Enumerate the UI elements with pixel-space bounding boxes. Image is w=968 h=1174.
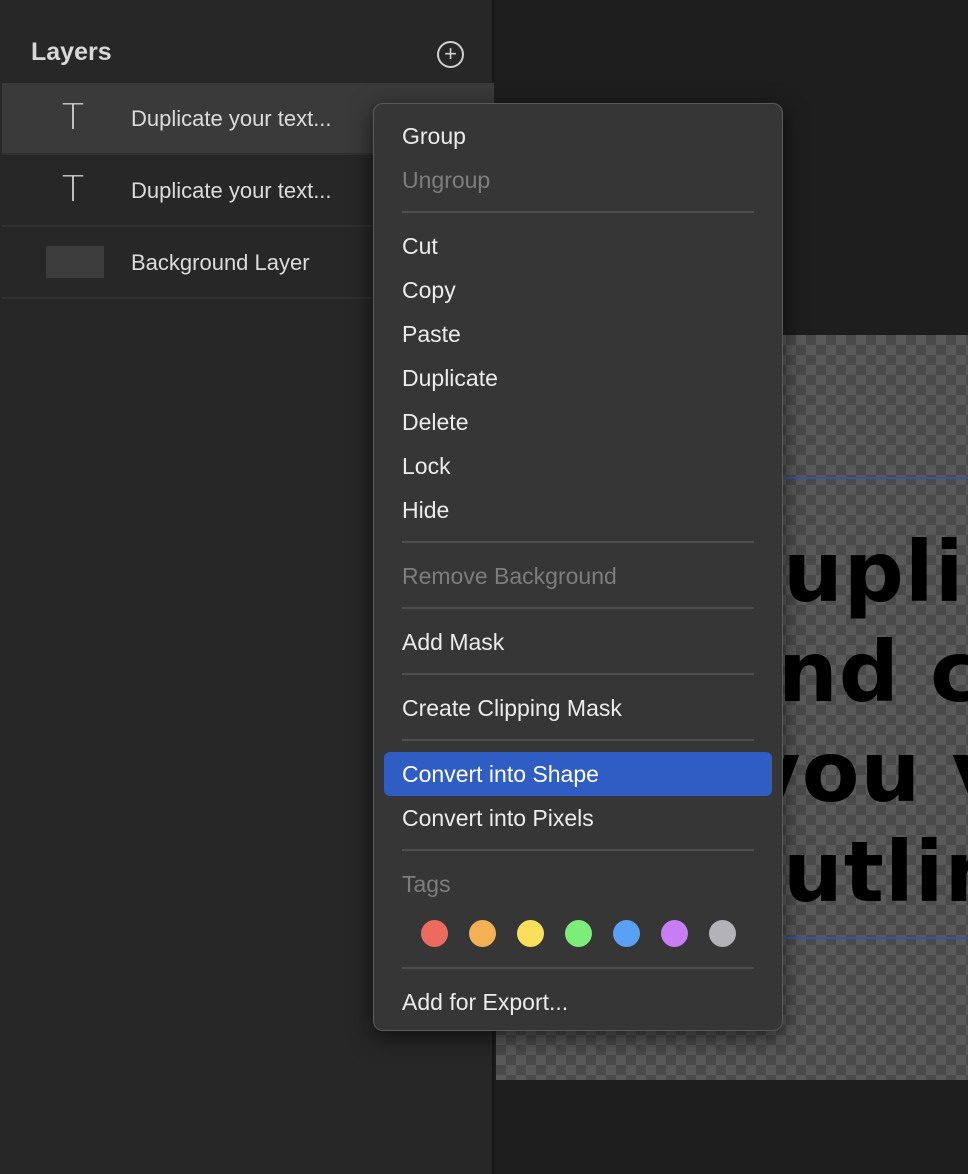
menu-item-create-clipping-mask[interactable]: Create Clipping Mask xyxy=(384,686,772,730)
menu-item-add-mask[interactable]: Add Mask xyxy=(384,620,772,664)
menu-item-lock[interactable]: Lock xyxy=(384,444,772,488)
tag-color-dot[interactable] xyxy=(565,920,592,947)
menu-heading-tags: Tags xyxy=(402,871,451,897)
menu-item-group[interactable]: Group xyxy=(384,114,772,158)
menu-item-add-for-export[interactable]: Add for Export... xyxy=(384,980,772,1024)
menu-separator xyxy=(402,607,754,609)
menu-item-remove-background: Remove Background xyxy=(402,563,617,589)
menu-item-hide[interactable]: Hide xyxy=(384,488,772,532)
plus-circle-icon[interactable]: + xyxy=(437,41,464,68)
menu-separator xyxy=(402,541,754,543)
context-menu: Group Ungroup Cut Copy Paste Duplicate D… xyxy=(373,103,783,1031)
menu-item-convert-into-shape[interactable]: Convert into Shape xyxy=(384,752,772,796)
tag-color-dot[interactable] xyxy=(421,920,448,947)
menu-separator xyxy=(402,849,754,851)
layer-thumbnail xyxy=(46,246,104,278)
canvas-text-line: uplic xyxy=(783,523,968,621)
menu-separator xyxy=(402,739,754,741)
menu-separator xyxy=(402,967,754,969)
layer-name: Duplicate your text... xyxy=(131,178,332,203)
tag-color-dot[interactable] xyxy=(709,920,736,947)
text-icon: T xyxy=(62,169,84,210)
tag-color-dot[interactable] xyxy=(661,920,688,947)
panel-title: Layers xyxy=(31,38,112,66)
layer-name: Duplicate your text... xyxy=(131,106,332,131)
canvas-text-line: utlin xyxy=(783,823,968,921)
menu-item-convert-into-pixels[interactable]: Convert into Pixels xyxy=(384,796,772,840)
tag-color-dot[interactable] xyxy=(517,920,544,947)
layer-name: Background Layer xyxy=(131,250,310,275)
menu-separator xyxy=(402,673,754,675)
menu-item-copy[interactable]: Copy xyxy=(384,268,772,312)
menu-separator xyxy=(402,211,754,213)
menu-item-duplicate[interactable]: Duplicate xyxy=(384,356,772,400)
text-icon: T xyxy=(62,97,84,138)
tag-color-dot[interactable] xyxy=(469,920,496,947)
menu-item-paste[interactable]: Paste xyxy=(384,312,772,356)
menu-item-ungroup: Ungroup xyxy=(402,167,491,193)
canvas-text-line: nd co xyxy=(778,623,968,721)
menu-item-delete[interactable]: Delete xyxy=(384,400,772,444)
tag-color-dot[interactable] xyxy=(613,920,640,947)
menu-item-cut[interactable]: Cut xyxy=(384,224,772,268)
